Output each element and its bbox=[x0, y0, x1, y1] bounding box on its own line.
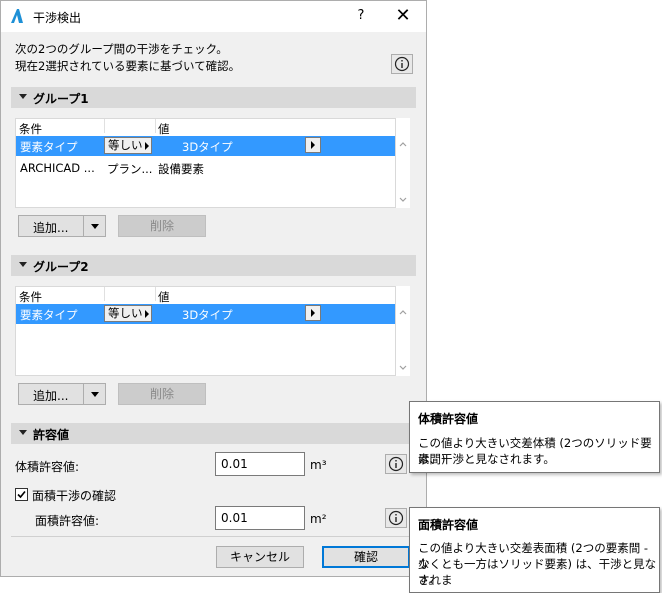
tooltip-line: なくとも一方はソリッド要素) は、干渉と見なされま bbox=[418, 557, 657, 587]
chevron-down-icon[interactable] bbox=[91, 224, 99, 229]
column-header-condition: 条件 bbox=[19, 122, 42, 136]
surface-tolerance-label: 面積許容値: bbox=[35, 514, 100, 528]
info-icon bbox=[394, 56, 410, 72]
group1-scrollbar[interactable] bbox=[396, 118, 410, 208]
description: 次の2つのグループ間の干渉をチェック。 現在2選択されている要素に基づいて確認。 bbox=[15, 41, 240, 75]
group1-delete-button[interactable]: 削除 bbox=[118, 215, 206, 237]
value-cell: 3Dタイプ bbox=[182, 308, 233, 322]
value-picker-button[interactable] bbox=[305, 137, 321, 153]
group2-scrollbar[interactable] bbox=[396, 286, 410, 376]
add-label: 追加... bbox=[33, 389, 69, 403]
group1-criteria-list[interactable]: 条件 値 要素タイプ 等しい 3Dタイプ ARCHICAD ... プラン...… bbox=[15, 118, 396, 208]
operator-cell: プラン... bbox=[107, 162, 153, 176]
confirm-button[interactable]: 確認 bbox=[322, 546, 410, 568]
description-line-1: 次の2つのグループ間の干渉をチェック。 bbox=[15, 42, 228, 56]
criteria-row[interactable]: 要素タイプ 等しい 3Dタイプ bbox=[16, 136, 395, 156]
arrow-right-icon bbox=[311, 141, 315, 149]
selection-info-button[interactable] bbox=[391, 54, 413, 74]
archicad-app-icon bbox=[9, 8, 25, 24]
tooltip-line: は、干渉と見なされます。 bbox=[418, 452, 555, 466]
condition-cell: 要素タイプ bbox=[20, 140, 78, 154]
column-divider bbox=[155, 287, 156, 301]
checkmark-icon bbox=[17, 490, 26, 499]
column-divider bbox=[155, 119, 156, 133]
value-cell: 3Dタイプ bbox=[182, 140, 233, 154]
group1-add-button[interactable]: 追加... bbox=[18, 215, 106, 237]
scroll-down-icon[interactable] bbox=[399, 196, 407, 204]
divider bbox=[11, 536, 416, 537]
chevron-down-icon[interactable] bbox=[91, 392, 99, 397]
operator-dropdown[interactable]: 等しい bbox=[104, 305, 152, 322]
collapse-triangle-icon bbox=[19, 262, 27, 267]
volume-info-button[interactable] bbox=[385, 454, 407, 474]
group2-add-button[interactable]: 追加... bbox=[18, 383, 106, 405]
criteria-row[interactable]: ARCHICAD ... プラン... 設備要素 bbox=[16, 158, 395, 178]
split-divider bbox=[83, 216, 84, 236]
surface-unit: m² bbox=[310, 512, 327, 526]
group2-criteria-list[interactable]: 条件 値 要素タイプ 等しい 3Dタイプ bbox=[15, 286, 396, 376]
surface-check-label[interactable]: 面積干渉の確認 bbox=[32, 487, 116, 504]
group2-header[interactable]: グループ2 bbox=[11, 255, 416, 276]
group2-title: グループ2 bbox=[33, 260, 89, 274]
arrow-right-icon bbox=[311, 309, 315, 317]
volume-tolerance-tooltip: 体積許容値 この値より大きい交差体積 (2つのソリッド要素間) は、干渉と見なさ… bbox=[409, 401, 660, 473]
volume-tolerance-label: 体積許容値: bbox=[15, 460, 80, 474]
tooltip-title: 面積許容値 bbox=[418, 518, 479, 532]
scroll-up-icon[interactable] bbox=[399, 308, 407, 316]
column-divider bbox=[104, 287, 105, 301]
operator-label: 等しい bbox=[108, 306, 143, 320]
group1-header[interactable]: グループ1 bbox=[11, 87, 416, 108]
column-header-value: 値 bbox=[158, 290, 170, 304]
criteria-row[interactable]: 要素タイプ 等しい 3Dタイプ bbox=[16, 304, 395, 324]
add-label: 追加... bbox=[33, 221, 69, 235]
collision-detection-dialog: 干渉検出 ? ✕ 次の2つのグループ間の干渉をチェック。 現在2選択されている要… bbox=[0, 0, 427, 577]
volume-tolerance-input[interactable]: 0.01 bbox=[215, 452, 305, 476]
operator-label: 等しい bbox=[108, 138, 143, 152]
surface-check-checkbox[interactable] bbox=[15, 488, 28, 501]
window-title: 干渉検出 bbox=[33, 11, 82, 25]
cancel-button[interactable]: キャンセル bbox=[216, 546, 304, 568]
column-divider bbox=[104, 119, 105, 133]
column-header-value: 値 bbox=[158, 122, 170, 136]
condition-cell: 要素タイプ bbox=[20, 308, 78, 322]
tooltip-line: す。 bbox=[418, 573, 440, 587]
split-divider bbox=[83, 384, 84, 404]
scroll-down-icon[interactable] bbox=[399, 364, 407, 372]
condition-cell: ARCHICAD ... bbox=[20, 161, 95, 175]
surface-tolerance-input[interactable]: 0.01 bbox=[215, 506, 305, 530]
volume-unit: m³ bbox=[310, 458, 327, 472]
surface-tolerance-tooltip: 面積許容値 この値より大きい交差表面積 (2つの要素間 - 少 なくとも一方はソ… bbox=[409, 507, 660, 593]
info-icon bbox=[388, 510, 404, 526]
operator-dropdown[interactable]: 等しい bbox=[104, 137, 152, 154]
arrow-right-icon bbox=[145, 310, 149, 318]
tooltip-title: 体積許容値 bbox=[418, 412, 479, 426]
group2-delete-button[interactable]: 削除 bbox=[118, 383, 206, 405]
tolerance-header[interactable]: 許容値 bbox=[11, 423, 416, 444]
close-button[interactable]: ✕ bbox=[391, 5, 415, 27]
title-bar: 干渉検出 ? ✕ bbox=[1, 1, 426, 32]
surface-info-button[interactable] bbox=[385, 508, 407, 528]
info-icon bbox=[388, 456, 404, 472]
arrow-right-icon bbox=[145, 142, 149, 150]
tolerance-title: 許容値 bbox=[33, 428, 70, 442]
help-button[interactable]: ? bbox=[351, 6, 371, 26]
value-picker-button[interactable] bbox=[305, 305, 321, 321]
scroll-up-icon[interactable] bbox=[399, 140, 407, 148]
collapse-triangle-icon bbox=[19, 94, 27, 99]
description-line-2: 現在2選択されている要素に基づいて確認。 bbox=[15, 59, 241, 73]
value-cell: 設備要素 bbox=[158, 162, 204, 176]
group1-title: グループ1 bbox=[33, 92, 89, 106]
column-header-condition: 条件 bbox=[19, 290, 42, 304]
collapse-triangle-icon bbox=[19, 430, 27, 435]
